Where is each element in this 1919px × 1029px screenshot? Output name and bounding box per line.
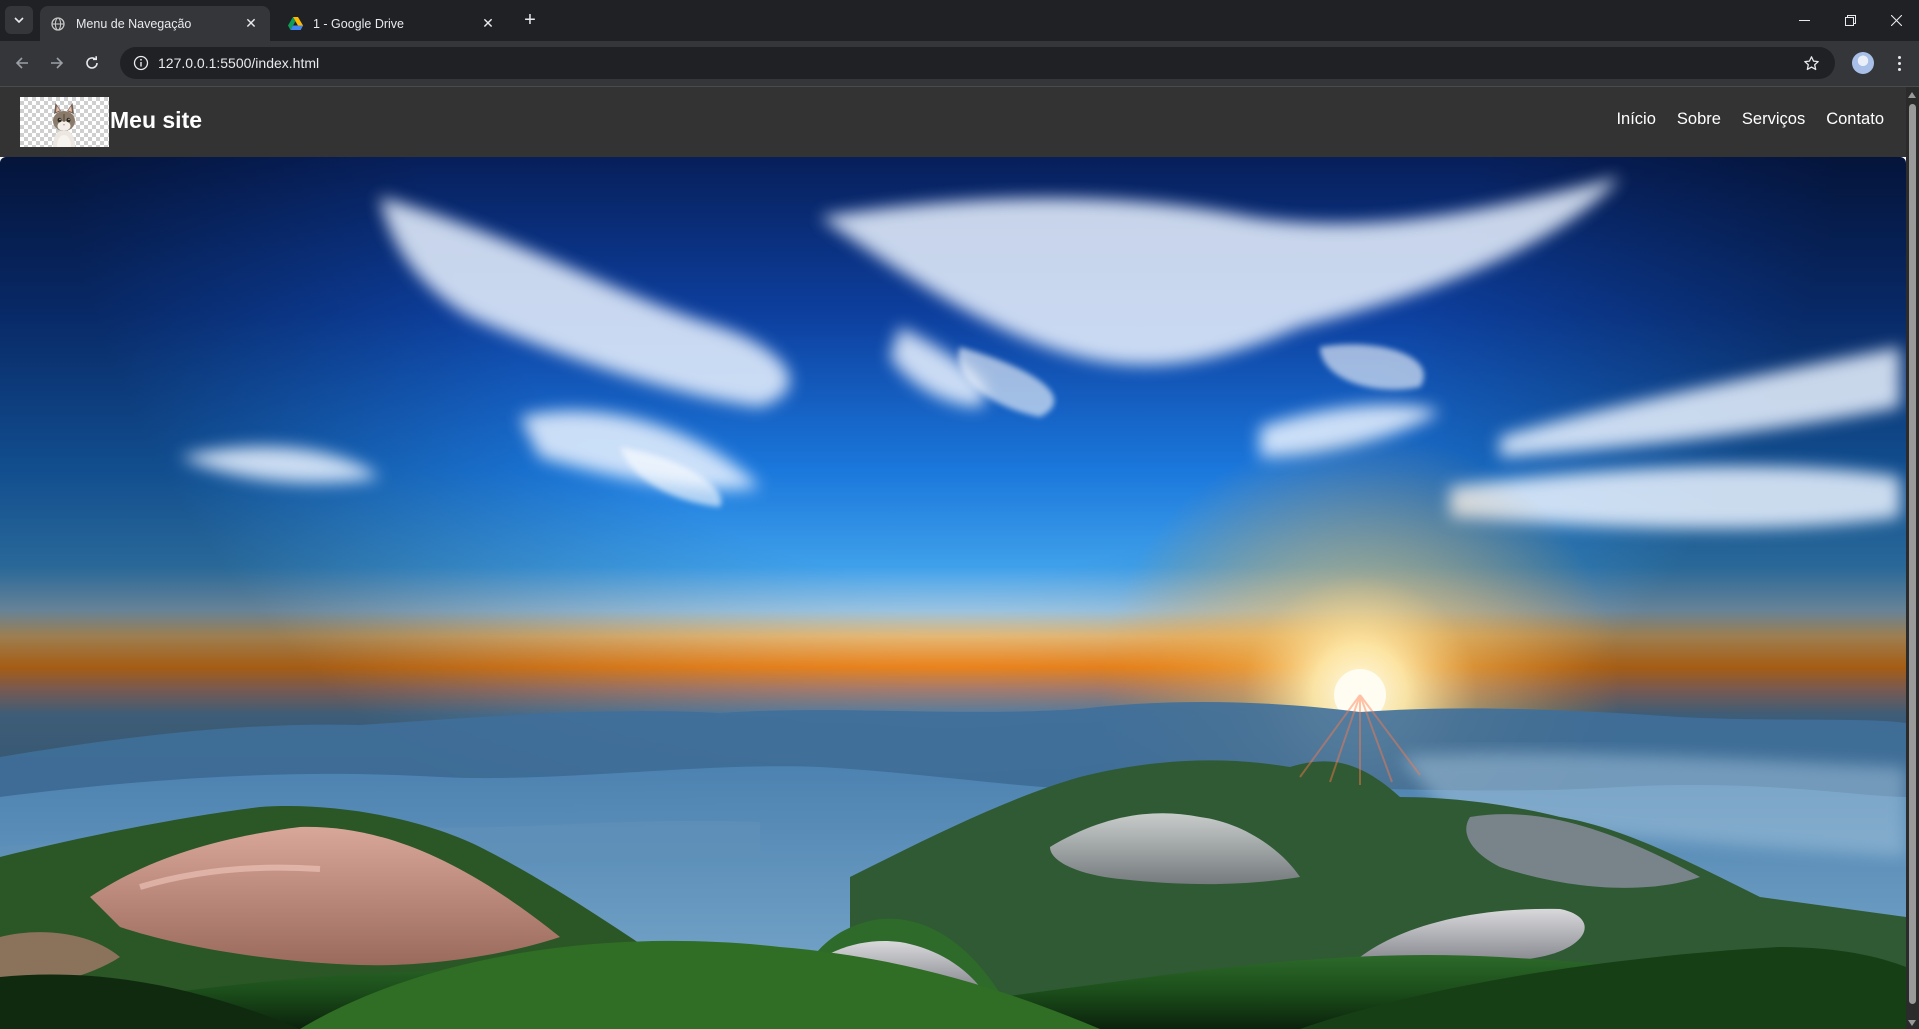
close-tab-icon[interactable]: ✕	[479, 15, 497, 33]
browser-tabstrip: Menu de Navegação ✕ 1 - Google Drive ✕ +	[0, 0, 1919, 41]
tab-google-drive[interactable]: 1 - Google Drive ✕	[277, 6, 507, 41]
profile-avatar[interactable]	[1852, 52, 1874, 74]
back-button[interactable]	[8, 49, 36, 77]
reload-button[interactable]	[78, 49, 106, 77]
address-bar[interactable]: 127.0.0.1:5500/index.html	[120, 47, 1835, 79]
forward-button[interactable]	[43, 49, 71, 77]
scroll-down-arrow-icon[interactable]	[1908, 1020, 1916, 1026]
browser-menu-icon[interactable]	[1887, 49, 1911, 77]
page-viewport: Meu site Início Sobre Serviços Contato	[0, 87, 1919, 1029]
reload-icon	[86, 56, 98, 69]
site-title: Meu site	[110, 107, 203, 133]
scrollbar-thumb[interactable]	[1909, 104, 1916, 1004]
nav-link-servicos[interactable]: Serviços	[1742, 110, 1805, 129]
close-window-button[interactable]	[1873, 0, 1919, 40]
browser-toolbar: 127.0.0.1:5500/index.html	[0, 41, 1919, 86]
nav-link-contato[interactable]: Contato	[1826, 110, 1884, 129]
nav-link-sobre[interactable]: Sobre	[1677, 110, 1721, 129]
arrow-right-icon	[51, 57, 64, 69]
tab-search-button[interactable]	[5, 6, 33, 34]
tab-menu-navegacao[interactable]: Menu de Navegação ✕	[40, 6, 270, 41]
url-text[interactable]: 127.0.0.1:5500/index.html	[158, 55, 319, 71]
close-icon	[1890, 14, 1902, 26]
bookmark-star-icon[interactable]	[1801, 53, 1821, 73]
restore-icon	[1844, 14, 1856, 26]
google-drive-icon	[287, 16, 303, 32]
site-header: Meu site Início Sobre Serviços Contato	[0, 87, 1906, 157]
site-info-icon[interactable]	[124, 47, 158, 79]
site-logo[interactable]	[20, 97, 109, 147]
hero-banner	[0, 157, 1906, 1029]
site-nav: Início Sobre Serviços Contato	[1616, 110, 1884, 129]
tab-title: Menu de Navegação	[76, 16, 192, 31]
restore-button[interactable]	[1827, 0, 1873, 40]
minimize-icon	[1798, 19, 1810, 21]
chevron-down-icon	[14, 17, 24, 24]
minimize-button[interactable]	[1781, 0, 1827, 40]
page-scrollbar[interactable]	[1906, 87, 1919, 1029]
close-tab-icon[interactable]: ✕	[242, 15, 260, 33]
cat-logo-image	[53, 103, 75, 147]
nav-link-inicio[interactable]: Início	[1616, 110, 1655, 129]
globe-icon	[50, 16, 66, 32]
tab-title: 1 - Google Drive	[313, 16, 405, 31]
new-tab-button[interactable]: +	[518, 8, 542, 32]
scroll-up-arrow-icon[interactable]	[1908, 92, 1916, 98]
mountain-sunrise-landscape	[0, 157, 1906, 1029]
arrow-left-icon	[15, 57, 28, 69]
